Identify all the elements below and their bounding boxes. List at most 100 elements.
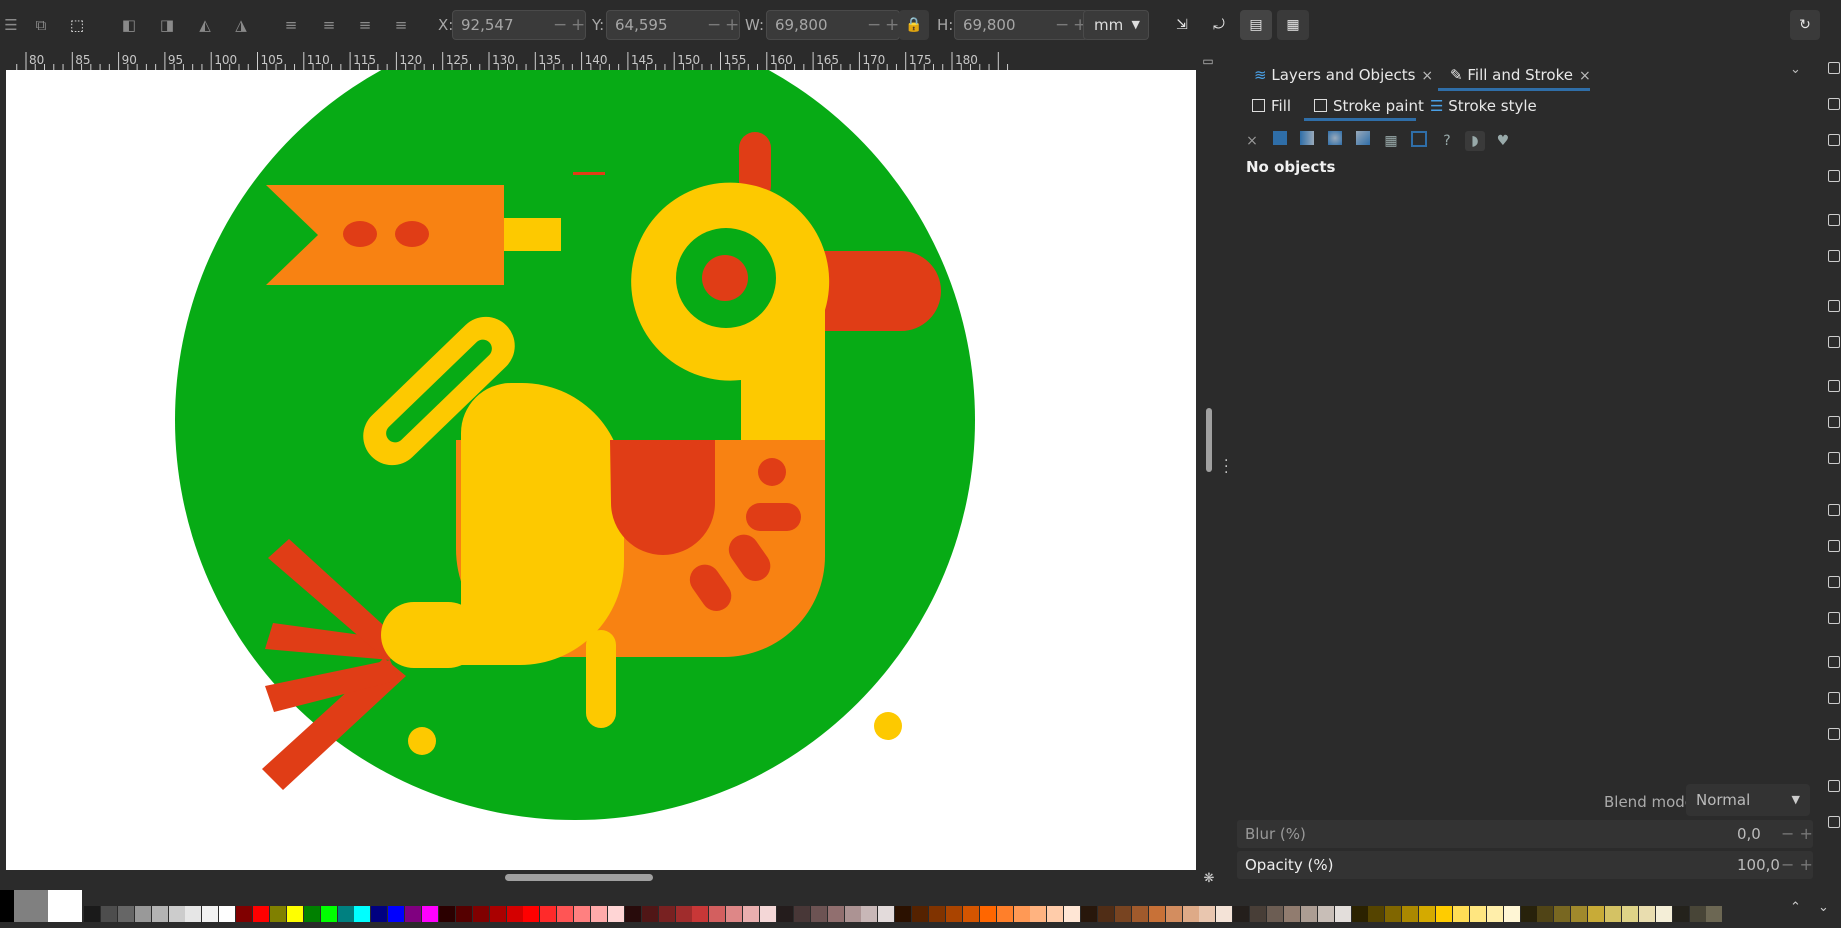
palette-swatch[interactable]	[1689, 906, 1706, 922]
palette-swatch[interactable]	[236, 906, 253, 922]
vertical-scrollbar[interactable]	[1206, 408, 1212, 472]
palette-swatch[interactable]	[202, 906, 219, 922]
subtab-stroke-paint[interactable]: Stroke paint	[1314, 95, 1424, 117]
flip-horizontal-icon[interactable]: ◭	[194, 14, 216, 36]
palette-swatch[interactable]	[253, 906, 269, 922]
palette-swatch[interactable]	[861, 906, 878, 922]
opacity-field[interactable]: Opacity (%) 100,0 − +	[1237, 851, 1813, 879]
palette-swatch[interactable]	[1300, 906, 1317, 922]
palette-swatch[interactable]	[84, 906, 100, 922]
palette-swatch[interactable]	[371, 906, 388, 922]
palette-swatch[interactable]	[624, 906, 641, 922]
palette-swatch[interactable]	[776, 906, 793, 922]
x-decrement-button[interactable]: −	[553, 11, 567, 39]
opacity-stepper[interactable]: − +	[1781, 851, 1813, 879]
wing[interactable]	[461, 383, 624, 665]
palette-swatch[interactable]	[641, 906, 658, 922]
document-icon[interactable]	[1828, 62, 1840, 74]
palette-swatch[interactable]	[1216, 906, 1233, 922]
eye[interactable]	[702, 255, 748, 301]
duplicate-icon[interactable]	[1828, 656, 1840, 668]
paste-icon[interactable]	[1828, 452, 1840, 464]
palette-swatch[interactable]	[1436, 906, 1452, 922]
chevron-down-icon[interactable]: ⌄	[1790, 62, 1801, 77]
flag-pole[interactable]	[504, 218, 561, 251]
blur-stepper[interactable]: − +	[1781, 820, 1813, 848]
palette-swatch[interactable]	[219, 906, 236, 922]
subtab-fill[interactable]: Fill	[1252, 95, 1291, 117]
palette-swatch[interactable]	[692, 906, 709, 922]
palette-swatch[interactable]	[1452, 906, 1469, 922]
raise-to-top-icon[interactable]: ≡	[280, 14, 302, 36]
palette-swatch[interactable]	[1385, 906, 1402, 922]
palette-swatch[interactable]	[1081, 906, 1098, 922]
palette-swatch[interactable]	[1334, 906, 1351, 922]
palette-swatch[interactable]	[151, 906, 168, 922]
tab-fill-and-stroke[interactable]: ✎ Fill and Stroke ×	[1450, 62, 1591, 88]
palette-scroll-down-icon[interactable]: ⌄	[1818, 900, 1829, 915]
display-mode-icon[interactable]: ▭	[1199, 52, 1217, 70]
palette-swatch[interactable]	[1250, 906, 1267, 922]
deselect-icon[interactable]: ⬚	[66, 14, 88, 36]
palette-swatch[interactable]	[168, 906, 185, 922]
x-field[interactable]: 92,547 − +	[452, 10, 586, 40]
palette-swatch[interactable]	[743, 906, 760, 922]
palette-swatch[interactable]	[1199, 906, 1216, 922]
palette-swatch[interactable]	[1588, 906, 1605, 922]
close-icon[interactable]: ×	[1421, 68, 1433, 84]
ungroup-icon[interactable]	[1828, 780, 1840, 792]
print-icon[interactable]	[1828, 170, 1840, 182]
yellow-dot-right[interactable]	[874, 712, 902, 740]
swatch-white[interactable]	[48, 890, 82, 922]
flag-dot-left[interactable]	[343, 221, 377, 247]
palette-swatch[interactable]	[810, 906, 827, 922]
save-icon[interactable]	[1828, 134, 1840, 146]
close-icon[interactable]: ×	[1579, 68, 1591, 84]
color-managed-icon[interactable]: ❋	[1200, 870, 1218, 888]
swatch-button[interactable]	[1409, 131, 1429, 151]
group-icon[interactable]	[1828, 728, 1840, 740]
palette-swatch[interactable]	[134, 906, 151, 922]
import-icon[interactable]	[1828, 214, 1840, 226]
y-increment-button[interactable]: +	[725, 11, 739, 39]
palette-swatch[interactable]	[1469, 906, 1486, 922]
palette-swatch[interactable]	[878, 906, 895, 922]
y-decrement-button[interactable]: −	[707, 11, 721, 39]
zoom-selection-icon[interactable]	[1828, 612, 1840, 624]
red-dash[interactable]	[573, 172, 605, 175]
palette-swatch[interactable]	[1098, 906, 1114, 922]
horizontal-scrollbar[interactable]	[505, 874, 653, 881]
palette-swatch[interactable]	[320, 906, 337, 922]
palette-swatch[interactable]	[438, 906, 455, 922]
raise-icon[interactable]: ≡	[318, 14, 340, 36]
palette-swatch[interactable]	[996, 906, 1013, 922]
pattern-button[interactable]: ▦	[1381, 131, 1401, 151]
h-field[interactable]: 69,800 − +	[954, 10, 1088, 40]
rotate-cw-icon[interactable]: ◨	[156, 14, 178, 36]
transform-gradients-button[interactable]: ▤	[1240, 10, 1272, 40]
open-icon[interactable]	[1828, 98, 1840, 110]
body-dot[interactable]	[758, 458, 786, 486]
swatch-gray[interactable]	[14, 890, 48, 922]
palette-swatch[interactable]	[962, 906, 979, 922]
palette-swatch[interactable]	[286, 906, 303, 922]
flip-vertical-icon[interactable]: ◮	[230, 14, 252, 36]
y-field[interactable]: 64,595 − +	[606, 10, 740, 40]
h-decrement-button[interactable]: −	[1055, 11, 1069, 39]
palette-swatch[interactable]	[472, 906, 489, 922]
zoom-drawing-icon[interactable]	[1828, 576, 1840, 588]
palette-swatch[interactable]	[1283, 906, 1300, 922]
palette-swatch[interactable]	[1131, 906, 1148, 922]
palette-swatch[interactable]	[709, 906, 726, 922]
palette-swatch[interactable]	[1554, 906, 1571, 922]
palette-swatch[interactable]	[895, 906, 912, 922]
zoom-icon[interactable]	[1828, 504, 1840, 516]
palette-swatch[interactable]	[945, 906, 962, 922]
palette-swatch[interactable]	[1537, 906, 1554, 922]
lock-ratio-button[interactable]: 🔒	[899, 10, 929, 40]
red-bib[interactable]	[610, 440, 715, 555]
w-field[interactable]: 69,800 − +	[766, 10, 900, 40]
swatch-black[interactable]	[0, 890, 14, 922]
palette-swatch[interactable]	[557, 906, 574, 922]
panel-resize-handle[interactable]: · · ·	[1224, 454, 1230, 480]
